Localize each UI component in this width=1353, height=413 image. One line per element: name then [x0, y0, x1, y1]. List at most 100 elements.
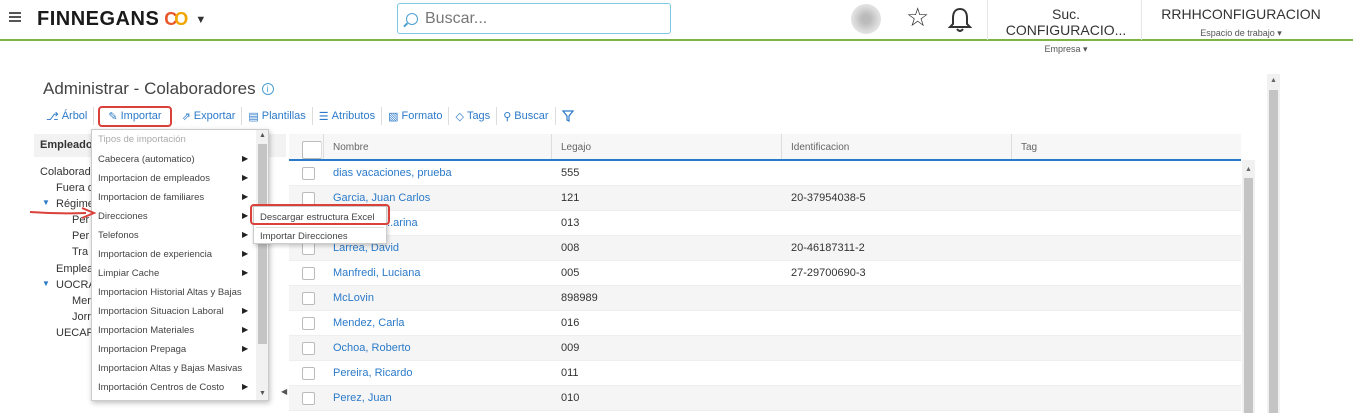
assistant-icon[interactable]	[851, 4, 881, 34]
tree-expand-icon[interactable]: ▼	[42, 279, 50, 288]
import-menu-scrollbar[interactable]: ▲ ▼	[256, 130, 268, 400]
table-row[interactable]: Manfredi, Luciana 005 27-29700690-3	[289, 261, 1241, 286]
employee-name[interactable]: McLovin	[324, 286, 552, 310]
global-search-input[interactable]	[425, 9, 655, 28]
brand-caret-icon[interactable]: ▼	[195, 14, 206, 26]
tree-node[interactable]: Emplea	[56, 263, 93, 275]
table-row[interactable]: Pereira, Ricardo 011	[289, 361, 1241, 386]
row-checkbox[interactable]	[302, 342, 315, 355]
submenu-arrow-icon: ▶	[242, 249, 249, 258]
row-checkbox[interactable]	[302, 367, 315, 380]
import-menu-item[interactable]: Telefonos	[98, 230, 253, 241]
employee-legajo: 005	[561, 267, 580, 279]
column-header[interactable]: Identificacion	[782, 134, 1012, 159]
import-menu-item[interactable]: Importacion de empleados	[98, 173, 253, 184]
table-row[interactable]: ...arina 013	[289, 211, 1241, 236]
toolbar-format-button[interactable]: ▧ Formato	[382, 107, 450, 125]
tree-node[interactable]: UECAF	[56, 327, 93, 339]
employee-name[interactable]: Ochoa, Roberto	[324, 336, 552, 360]
table-row[interactable]: dias vacaciones, prueba 555	[289, 161, 1241, 186]
employee-tag	[1012, 186, 1241, 210]
tree-node[interactable]: Fuera d	[56, 182, 94, 194]
submenu-arrow-icon: ▶	[242, 306, 249, 315]
divider	[1141, 0, 1142, 40]
workspace-name: RRHHCONFIGURACION	[1161, 6, 1321, 22]
import-menu-item[interactable]: Cabecera (automatico)	[98, 154, 253, 165]
tree-node[interactable]: Mer	[72, 295, 91, 307]
scroll-up-icon[interactable]: ▲	[1270, 77, 1277, 84]
employee-name[interactable]: Mendez, Carla	[324, 311, 552, 335]
tree-node[interactable]: UOCRA	[56, 279, 96, 291]
employee-name[interactable]: Perez, Juan	[324, 386, 552, 410]
grid-scroll-thumb[interactable]	[1244, 178, 1253, 413]
collapse-panel-icon[interactable]: ◀	[281, 387, 287, 396]
import-menu-item[interactable]: Importacion Situacion Laboral	[98, 306, 253, 317]
import-menu-scroll-thumb[interactable]	[258, 144, 267, 344]
tree-node[interactable]: Per	[72, 230, 89, 242]
toolbar-filter-button[interactable]	[556, 107, 580, 125]
table-row[interactable]: Garcia, Juan Carlos 121 20-37954038-5	[289, 186, 1241, 211]
scroll-up-icon[interactable]: ▲	[1245, 166, 1252, 173]
import-menu-item[interactable]: Importacion Materiales	[98, 325, 253, 336]
table-row[interactable]: Perez, Juan 010	[289, 386, 1241, 411]
import-menu-item[interactable]: Importacion Altas y Bajas Masivas	[98, 363, 248, 374]
toolbar-tags-button[interactable]: ◇ Tags	[449, 107, 498, 125]
employee-tag	[1012, 211, 1241, 235]
scroll-up-icon[interactable]: ▲	[259, 132, 266, 139]
import-menu-item[interactable]: Importacion Prepaga	[98, 344, 253, 355]
table-row[interactable]: Larrea, David 008 20-46187311-2	[289, 236, 1241, 261]
tree-node[interactable]: Colaborad	[40, 166, 91, 178]
column-header[interactable]: Nombre	[324, 134, 552, 159]
grid-scrollbar[interactable]: ▲	[1242, 160, 1255, 413]
toolbar-attributes-button[interactable]: ☰ Atributos	[313, 107, 383, 125]
table-row[interactable]: Mendez, Carla 016	[289, 311, 1241, 336]
column-header[interactable]: Legajo	[552, 134, 782, 159]
select-all-checkbox[interactable]	[302, 141, 322, 159]
import-menu-item[interactable]: Importacion de experiencia	[98, 249, 253, 260]
global-search[interactable]	[397, 3, 671, 34]
row-checkbox[interactable]	[302, 267, 315, 280]
import-menu-item[interactable]: Importacion Historial Altas y Bajas	[98, 287, 248, 298]
toolbar-search-button[interactable]: ⚲ Buscar	[497, 107, 556, 125]
tree-node[interactable]: Tra	[72, 246, 88, 258]
favorites-star-icon[interactable]: ☆	[906, 4, 929, 30]
import-menu-item[interactable]: Limpiar Cache	[98, 268, 253, 279]
brand-logo[interactable]: FINNEGANS CO ▼	[37, 8, 207, 31]
row-checkbox[interactable]	[302, 317, 315, 330]
row-checkbox[interactable]	[302, 292, 315, 305]
row-checkbox[interactable]	[302, 167, 315, 180]
notifications-bell-icon[interactable]	[948, 6, 972, 34]
page-scrollbar[interactable]: ▲	[1267, 74, 1280, 413]
employee-name[interactable]: Manfredi, Luciana	[324, 261, 552, 285]
employee-tag	[1012, 236, 1241, 260]
toolbar-tags-label: Tags	[466, 110, 491, 122]
company-label: Empresa ▾	[1044, 44, 1088, 54]
company-selector[interactable]: Suc. CONFIGURACIO... Empresa ▾	[994, 6, 1138, 55]
toolbar-tree-button[interactable]: ⎇ Árbol	[40, 107, 95, 125]
toolbar-import-button[interactable]: ✎ Importar	[98, 105, 172, 127]
toolbar-export-button[interactable]: ⇗ Exportar	[176, 107, 243, 125]
page-scroll-thumb[interactable]	[1269, 90, 1278, 413]
toolbar-tree-label: Árbol	[61, 110, 88, 122]
import-addresses-item[interactable]: Importar Direcciones	[260, 231, 348, 242]
employee-id: 20-46187311-2	[791, 242, 865, 254]
table-row[interactable]: Ochoa, Roberto 009	[289, 336, 1241, 361]
scroll-down-icon[interactable]: ▼	[259, 390, 266, 397]
column-header[interactable]: Tag	[1012, 134, 1241, 159]
company-name: Suc. CONFIGURACIO...	[1005, 6, 1127, 38]
workspace-selector[interactable]: RRHHCONFIGURACION Espacio de trabajo ▾	[1148, 6, 1334, 39]
import-menu-item[interactable]: Importacion de familiares	[98, 192, 253, 203]
annotation-arrow-icon	[29, 207, 97, 219]
hamburger-menu-icon[interactable]	[9, 12, 21, 24]
import-menu-item[interactable]: Importación Centros de Costo	[98, 382, 253, 393]
employee-name[interactable]: Pereira, Ricardo	[324, 361, 552, 385]
employee-name[interactable]: dias vacaciones, prueba	[324, 161, 552, 185]
info-icon[interactable]: i	[261, 83, 274, 95]
row-checkbox[interactable]	[302, 392, 315, 405]
tree-node[interactable]: Jorr	[72, 311, 91, 323]
table-row[interactable]: McLovin 898989	[289, 286, 1241, 311]
search-icon: ⚲	[503, 110, 512, 123]
import-menu-item[interactable]: Direcciones	[98, 211, 253, 222]
import-dropdown-menu: Tipos de importación Cabecera (automatic…	[91, 129, 269, 401]
toolbar-templates-button[interactable]: ▤ Plantillas	[242, 107, 313, 125]
